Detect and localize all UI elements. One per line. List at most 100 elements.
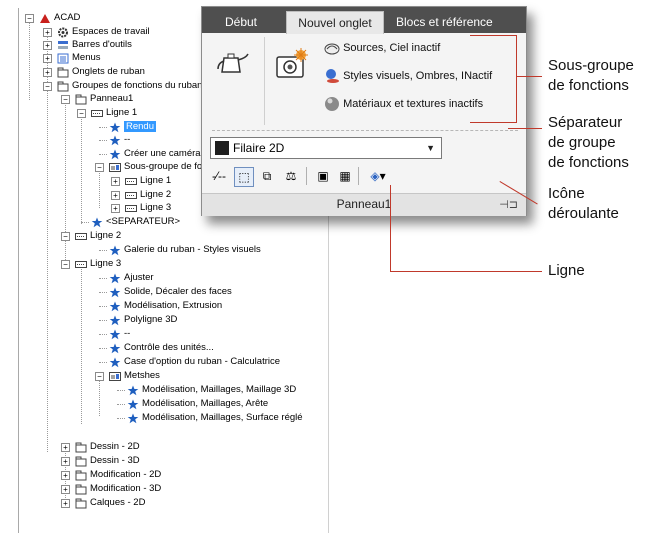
ribbon-tab-bar: Début Nouvel onglet Blocs et référence (202, 7, 526, 34)
tree-node[interactable]: Ligne 1 (125, 175, 171, 187)
star-icon (109, 245, 121, 256)
material-sphere-icon (325, 97, 339, 112)
subpanel-icon (109, 371, 121, 381)
tree-node[interactable]: Ligne 3 (125, 202, 171, 214)
ribbon-item-materials[interactable]: Matériaux et textures inactifs (324, 95, 483, 113)
render-teapot-icon[interactable] (216, 52, 250, 76)
tree-node[interactable]: Onglets de ruban (57, 66, 145, 78)
expand-toggle-icon[interactable]: + (43, 68, 52, 77)
callout-row: Ligne (548, 262, 585, 279)
collapse-toggle-icon[interactable]: − (95, 163, 104, 172)
tree-node[interactable]: Espaces de travail (57, 26, 150, 38)
tree-node-label: Panneau1 (90, 93, 134, 104)
tree-node[interactable]: Metshes (109, 370, 160, 382)
tree-node[interactable]: Calques - 2D (75, 497, 145, 509)
tree-node[interactable]: Ligne 1 (91, 107, 137, 119)
units-control-icon[interactable]: ▣ (314, 167, 332, 185)
tree-node-label: Ligne 1 (140, 175, 172, 186)
collapse-toggle-icon[interactable]: − (43, 82, 52, 91)
tree-node[interactable]: -- (109, 328, 130, 340)
tree-node[interactable]: Rendu (109, 121, 156, 133)
visual-style-combo[interactable]: Filaire 2D ▼ (210, 137, 442, 159)
tree-node-label: Ligne 3 (90, 258, 122, 269)
star-icon (109, 343, 121, 354)
expand-toggle-icon[interactable]: + (111, 191, 120, 200)
tree-node[interactable]: Menus (57, 52, 101, 64)
tree-node[interactable]: Dessin - 3D (75, 455, 140, 467)
expand-toggle-icon[interactable]: + (111, 177, 120, 186)
tree-node[interactable]: Polyligne 3D (109, 314, 177, 326)
ribbon-panel-preview: Début Nouvel onglet Blocs et référence S… (201, 6, 527, 216)
collapse-toggle-icon[interactable]: − (61, 232, 70, 241)
tree-node[interactable]: Modélisation, Maillages, Surface réglé (127, 412, 303, 424)
tree-node-label: Dessin - 3D (90, 455, 140, 466)
tree-node[interactable]: -- (109, 134, 130, 146)
tree-connector (117, 404, 125, 405)
callout-line (508, 128, 542, 129)
tree-node[interactable]: Case d'option du ruban - Calculatrice (109, 356, 280, 368)
collapse-toggle-icon[interactable]: − (77, 109, 86, 118)
ribbon-item-sun-sky[interactable]: Sources, Ciel inactif (324, 39, 440, 57)
tree-node[interactable]: Solide, Décaler des faces (109, 286, 232, 298)
tree-node-label: -- (124, 134, 131, 145)
units-tool-icon[interactable]: ⚖ (282, 167, 300, 185)
collapse-toggle-icon[interactable]: − (61, 260, 70, 269)
tree-node[interactable]: Modélisation, Maillages, Arête (127, 398, 268, 410)
expand-toggle-icon[interactable]: + (61, 457, 70, 466)
star-icon (127, 413, 139, 424)
tree-node-label: Metshes (124, 370, 160, 381)
tree-node[interactable]: Modification - 2D (75, 469, 161, 481)
ribbon-item-label: Styles visuels, Ombres, INactif (343, 70, 493, 82)
tree-node[interactable]: ACAD (39, 12, 80, 24)
tree-connector (81, 222, 89, 223)
folder-icon (75, 470, 87, 481)
pin-icon[interactable]: ⊣⊐ (499, 198, 518, 211)
callout-text: Icône (548, 185, 585, 202)
tree-node[interactable]: Ligne 2 (125, 189, 171, 201)
tree-node[interactable]: Barres d'outils (57, 39, 132, 51)
tree-node[interactable]: Ajuster (109, 272, 154, 284)
expand-toggle-icon[interactable]: + (61, 499, 70, 508)
expand-toggle-icon[interactable]: + (43, 54, 52, 63)
expand-toggle-icon[interactable]: + (61, 485, 70, 494)
collapse-toggle-icon[interactable]: − (95, 372, 104, 381)
tree-node[interactable]: Créer une caméra (109, 148, 201, 160)
collapse-toggle-icon[interactable]: − (61, 95, 70, 104)
extrude-tool-icon[interactable]: ⬚ (234, 167, 254, 187)
tree-node[interactable]: Panneau1 (75, 93, 133, 105)
tree-node[interactable]: Dessin - 2D (75, 441, 140, 453)
tab-debut[interactable]: Début (202, 11, 280, 33)
star-icon (109, 357, 121, 368)
toolbar-separator (358, 167, 359, 185)
calculator-icon[interactable]: ▦ (336, 167, 354, 185)
tree-connector (99, 362, 107, 363)
tab-blocs-et-reference[interactable]: Blocs et référence (388, 11, 526, 33)
mesh-dropdown-icon[interactable]: ◈▾ (364, 167, 392, 185)
tab-nouvel-onglet[interactable]: Nouvel onglet (286, 11, 384, 34)
tree-node[interactable]: Galerie du ruban - Styles visuels (109, 244, 261, 256)
tree-node[interactable]: Contrôle des unités... (109, 342, 214, 354)
ribbon-item-shadows[interactable]: Styles visuels, Ombres, INactif (324, 67, 492, 85)
tree-node[interactable]: Modification - 3D (75, 483, 161, 495)
expand-toggle-icon[interactable]: + (61, 443, 70, 452)
tree-node[interactable]: Modélisation, Maillages, Maillage 3D (127, 384, 296, 396)
callout-text: de fonctions (548, 77, 629, 94)
tree-node[interactable]: <SEPARATEUR> (91, 216, 180, 228)
gear-icon (57, 27, 69, 38)
polyline-tool-icon[interactable]: -⁄-- (210, 167, 228, 185)
tree-node[interactable]: Modélisation, Extrusion (109, 300, 222, 312)
expand-toggle-icon[interactable]: + (43, 28, 52, 37)
tree-node-label: Dessin - 2D (90, 441, 140, 452)
tree-connector (99, 127, 107, 128)
star-icon (109, 273, 121, 284)
tree-node[interactable]: Ligne 3 (75, 258, 121, 270)
tree-node[interactable]: Groupes de fonctions du ruban (57, 80, 202, 92)
expand-toggle-icon[interactable]: + (111, 204, 120, 213)
collapse-toggle-icon[interactable]: − (25, 14, 34, 23)
expand-toggle-icon[interactable]: + (43, 41, 52, 50)
tree-node[interactable]: Ligne 2 (75, 230, 121, 242)
expand-toggle-icon[interactable]: + (61, 471, 70, 480)
create-camera-icon[interactable] (274, 47, 308, 81)
offset-face-tool-icon[interactable]: ⧉ (258, 167, 276, 185)
tree-node-label: Calques - 2D (90, 497, 146, 508)
